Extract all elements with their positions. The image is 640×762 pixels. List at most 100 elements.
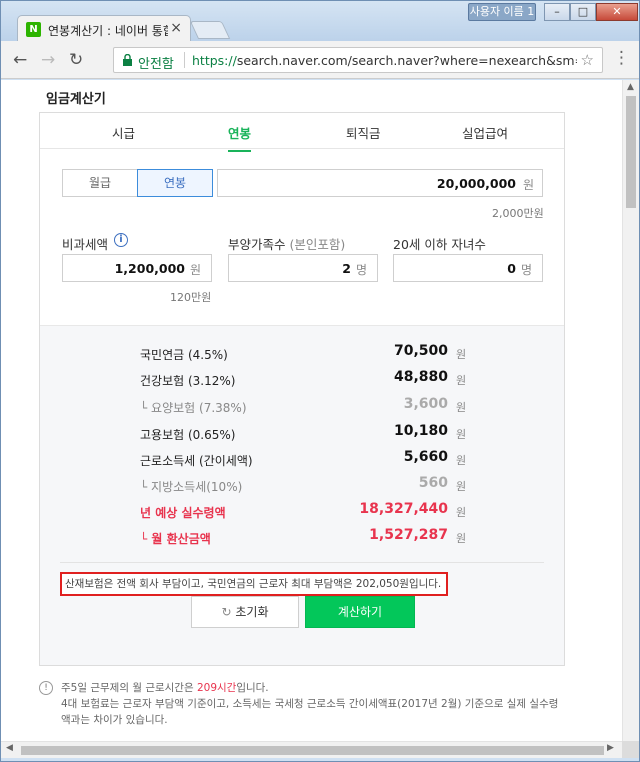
notice-box: 산재보험은 전액 회사 부담이고, 국민연금의 근로자 최대 부담액은 202,… bbox=[60, 572, 448, 596]
monthly-net-label: └ 월 환산금액 bbox=[140, 532, 211, 546]
footnote-line: 주5일 근무제의 월 근로시간은 209시간입니다. bbox=[61, 680, 581, 696]
dependents-label: 부양가족수 (본인포함) bbox=[228, 234, 345, 253]
scroll-right-icon[interactable]: ▶ bbox=[607, 743, 614, 753]
tab-severance[interactable]: 퇴직금 bbox=[346, 123, 381, 142]
title-bar: N 연봉계산기 : 네이버 통합 × 사용자 이름 1 – □ ✕ bbox=[1, 1, 639, 42]
footnote-line: 4대 보험료는 근로자 부담액 기준이고, 소득세는 국세청 근로소득 간이세액… bbox=[61, 698, 559, 710]
salary-unit: 원 bbox=[522, 178, 534, 192]
close-window-button[interactable]: ✕ bbox=[596, 3, 638, 21]
footnote-highlight: 209시간 bbox=[196, 682, 237, 694]
tab-annual[interactable]: 연봉 bbox=[228, 123, 252, 152]
footnote-text: 입니다. bbox=[236, 682, 269, 694]
nontax-input[interactable]: 1,200,000 원 bbox=[62, 254, 212, 282]
secure-label: 안전함 bbox=[138, 57, 174, 72]
result-label: └ 지방소득세(10%) bbox=[140, 480, 243, 494]
calculator-tabs: 시급 연봉 퇴직금 실업급여 bbox=[40, 113, 564, 152]
nontax-unit: 원 bbox=[189, 263, 201, 277]
children-input[interactable]: 0 명 bbox=[393, 254, 543, 282]
result-value: 10,180 bbox=[393, 423, 448, 439]
page-viewport: 임금계산기 시급 연봉 퇴직금 실업급여 월급 연봉 20,000,000 원 … bbox=[1, 80, 639, 741]
salary-hint: 2,000만원 bbox=[492, 207, 544, 220]
result-value: 5,660 bbox=[403, 449, 448, 465]
info-icon[interactable]: i bbox=[114, 233, 128, 247]
dependents-value: 2 bbox=[342, 261, 351, 276]
children-value: 0 bbox=[507, 261, 516, 276]
tab-unemployment[interactable]: 실업급여 bbox=[462, 123, 508, 142]
result-unit: 원 bbox=[456, 401, 467, 414]
back-button[interactable]: ← bbox=[13, 50, 27, 70]
naver-favicon-icon: N bbox=[26, 22, 41, 37]
nontax-hint: 120만원 bbox=[170, 291, 212, 304]
dependents-label-text: 부양가족수 bbox=[228, 237, 286, 252]
url-separator bbox=[184, 52, 185, 68]
address-bar[interactable]: 안전함 https://search.naver.com/search.nave… bbox=[113, 47, 603, 73]
salary-calculator-card: 시급 연봉 퇴직금 실업급여 월급 연봉 20,000,000 원 2,000만… bbox=[39, 112, 565, 666]
annual-net-label: 년 예상 실수령액 bbox=[140, 506, 226, 520]
new-tab-button[interactable] bbox=[189, 21, 231, 39]
reload-button[interactable]: ↻ bbox=[69, 50, 83, 70]
salary-input[interactable]: 20,000,000 원 bbox=[217, 169, 543, 197]
result-value: 48,880 bbox=[393, 369, 448, 385]
bookmark-star-icon[interactable]: ☆ bbox=[581, 51, 594, 69]
horizontal-scroll-thumb[interactable] bbox=[21, 746, 604, 755]
annual-net-value: 18,327,440 bbox=[359, 501, 448, 517]
maximize-button[interactable]: □ bbox=[570, 3, 596, 21]
tab-close-icon[interactable]: × bbox=[170, 20, 182, 36]
scroll-up-icon[interactable]: ▲ bbox=[627, 82, 634, 92]
footnote: 주5일 근무제의 월 근로시간은 209시간입니다. 4대 보험료는 근로자 부… bbox=[61, 680, 581, 728]
annual-toggle[interactable]: 연봉 bbox=[137, 169, 213, 197]
result-divider bbox=[60, 562, 544, 563]
result-unit: 원 bbox=[456, 454, 467, 467]
notice-icon: ! bbox=[39, 681, 53, 695]
user-profile-badge[interactable]: 사용자 이름 1 bbox=[468, 3, 536, 21]
result-label: 건강보험 (3.12%) bbox=[140, 374, 236, 388]
nontax-value: 1,200,000 bbox=[114, 261, 185, 276]
result-value: 3,600 bbox=[403, 396, 448, 412]
dependents-label-sub: (본인포함) bbox=[289, 237, 346, 252]
result-unit: 원 bbox=[456, 374, 467, 387]
result-unit: 원 bbox=[456, 348, 467, 361]
browser-menu-icon[interactable]: ⋮ bbox=[613, 50, 630, 67]
result-unit: 원 bbox=[456, 506, 467, 519]
tab-hourly[interactable]: 시급 bbox=[112, 123, 135, 142]
reset-label: 초기화 bbox=[235, 605, 269, 619]
tab-title: 연봉계산기 : 네이버 통합 bbox=[48, 24, 168, 38]
browser-window: N 연봉계산기 : 네이버 통합 × 사용자 이름 1 – □ ✕ ← → ↻ … bbox=[0, 0, 640, 762]
result-value: 70,500 bbox=[393, 343, 448, 359]
result-unit: 원 bbox=[456, 532, 467, 545]
nontax-label: 비과세액 bbox=[62, 237, 109, 252]
dependents-unit: 명 bbox=[355, 263, 367, 277]
result-label: └ 요양보험 (7.38%) bbox=[140, 401, 247, 415]
scroll-left-icon[interactable]: ◀ bbox=[6, 743, 13, 753]
dependents-input[interactable]: 2 명 bbox=[228, 254, 378, 282]
lock-icon bbox=[123, 54, 132, 66]
reset-button[interactable]: ↻ 초기화 bbox=[191, 596, 299, 628]
result-label: 국민연금 (4.5%) bbox=[140, 348, 228, 362]
footnote-text: 주5일 근무제의 월 근로시간은 bbox=[61, 682, 197, 694]
result-label: 근로소득세 (간이세액) bbox=[140, 454, 253, 468]
url-path: search.naver.com/search.naver?where=nexe… bbox=[236, 53, 577, 68]
children-unit: 명 bbox=[520, 263, 532, 277]
browser-tab[interactable]: N 연봉계산기 : 네이버 통합 × bbox=[17, 15, 191, 42]
scroll-thumb[interactable] bbox=[626, 96, 636, 208]
scrollbar-corner bbox=[622, 741, 639, 758]
result-value: 560 bbox=[418, 475, 448, 491]
vertical-scrollbar[interactable]: ▲ bbox=[622, 80, 639, 741]
url-scheme: https:// bbox=[192, 53, 237, 68]
result-unit: 원 bbox=[456, 480, 467, 493]
minimize-button[interactable]: – bbox=[544, 3, 570, 21]
url-text[interactable]: https://search.naver.com/search.naver?wh… bbox=[192, 53, 577, 68]
monthly-toggle[interactable]: 월급 bbox=[62, 169, 138, 197]
page-title: 임금계산기 bbox=[46, 92, 106, 107]
children-label: 20세 이하 자녀수 bbox=[393, 237, 486, 252]
result-panel: 국민연금 (4.5%) 70,500 원 건강보험 (3.12%) 48,880… bbox=[40, 325, 564, 665]
reset-icon: ↻ bbox=[221, 605, 232, 619]
result-label: 고용보험 (0.65%) bbox=[140, 428, 236, 442]
monthly-net-value: 1,527,287 bbox=[369, 527, 448, 543]
calculate-button[interactable]: 계산하기 bbox=[305, 596, 415, 628]
forward-button[interactable]: → bbox=[41, 50, 55, 70]
horizontal-scrollbar[interactable]: ◀ ▶ bbox=[1, 741, 639, 758]
result-unit: 원 bbox=[456, 428, 467, 441]
footnote-line: 액과는 차이가 있습니다. bbox=[61, 714, 168, 726]
salary-value: 20,000,000 bbox=[436, 176, 516, 191]
